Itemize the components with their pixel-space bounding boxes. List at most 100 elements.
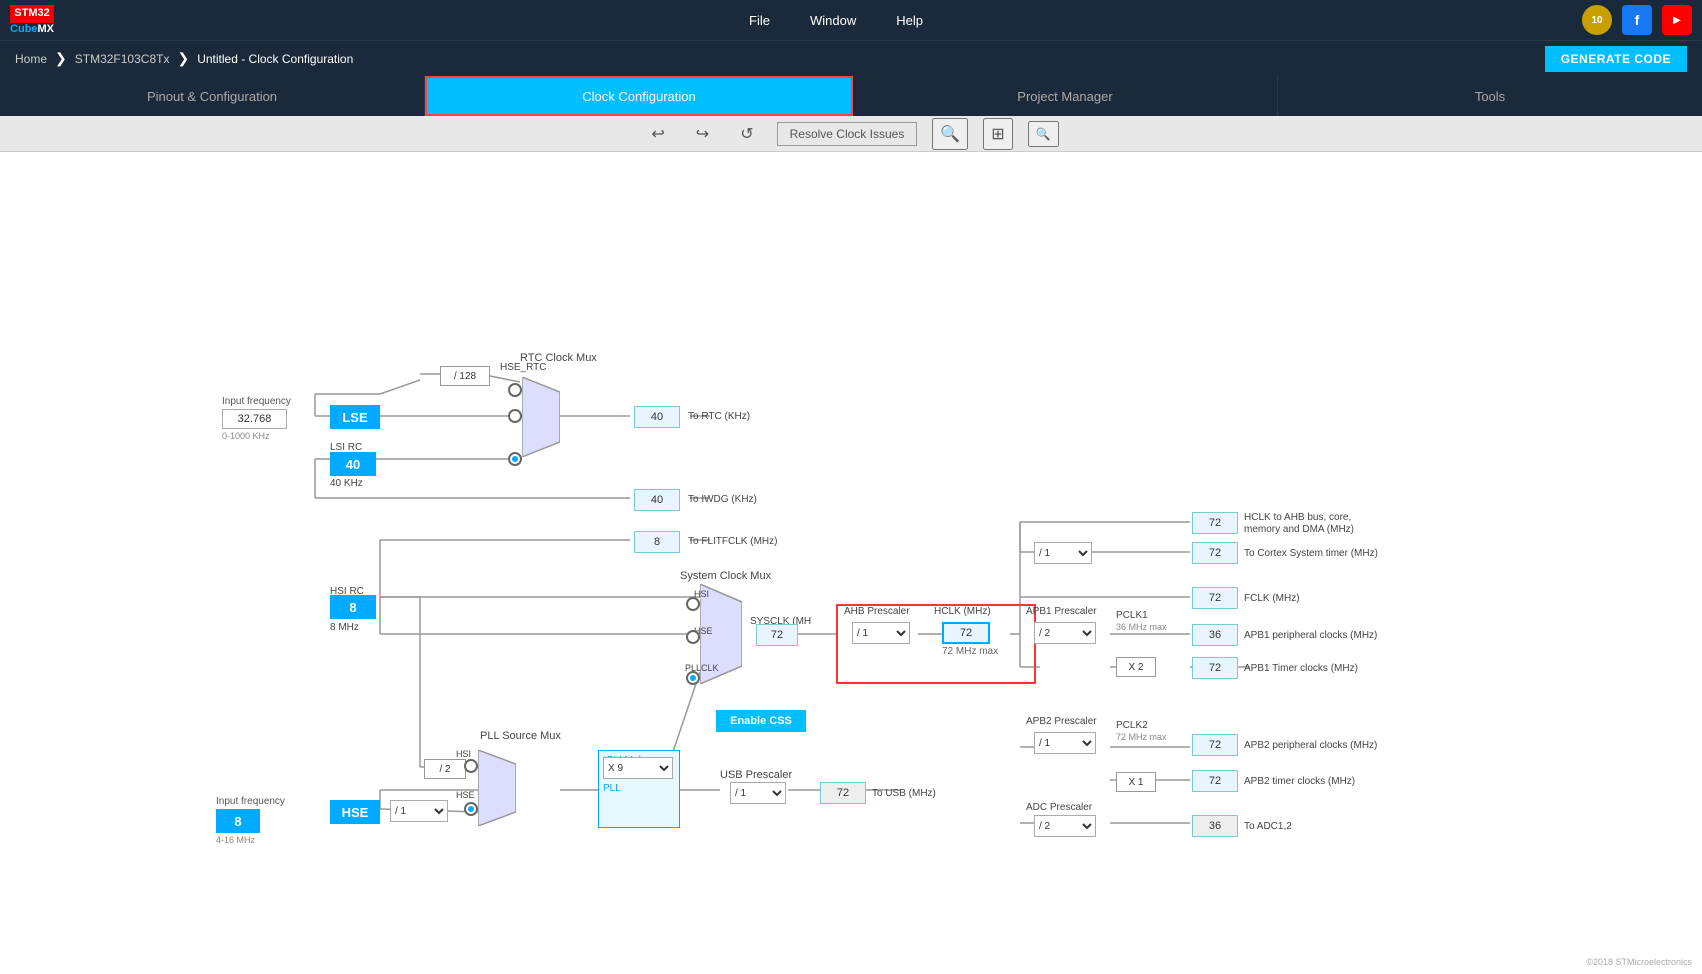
redo-button[interactable]: ↪ (688, 120, 717, 148)
sys-mux-label: System Clock Mux (680, 570, 771, 582)
menu-help[interactable]: Help (896, 13, 923, 28)
copyright: ©2018 STMicroelectronics (1586, 957, 1692, 967)
adc-div-select[interactable]: / 2 (1034, 815, 1096, 837)
tab-bar: Pinout & Configuration Clock Configurati… (0, 76, 1702, 116)
apb2-div-select[interactable]: / 1 (1034, 732, 1096, 754)
hsi-div2-box: / 2 (424, 759, 466, 779)
to-flitfclk-label: To FLITFCLK (MHz) (688, 536, 777, 547)
pll-mul-select[interactable]: X 9 (603, 757, 673, 779)
sysclk-val[interactable]: 72 (756, 624, 798, 646)
apb1-timer-label: APB1 Timer clocks (MHz) (1244, 663, 1358, 674)
rtc-out-box: 40 (634, 406, 680, 428)
usb-out-val: 72 (820, 782, 866, 804)
cube-label: CubeMX (10, 23, 54, 35)
fclk-val: 72 (1192, 587, 1238, 609)
tab-pinout[interactable]: Pinout & Configuration (0, 76, 425, 116)
pll-src-hse-label: HSE (456, 790, 475, 800)
top-menu: File Window Help (90, 13, 1582, 28)
hse-box[interactable]: HSE (330, 800, 380, 824)
breadcrumb-title: Untitled - Clock Configuration (197, 52, 353, 66)
hclk-val[interactable]: 72 (942, 622, 990, 644)
apb1-div-select[interactable]: / 2 (1034, 622, 1096, 644)
rtc-mux-lsi-radio[interactable] (508, 452, 522, 466)
lsi-rc-box[interactable]: 40 (330, 452, 376, 476)
reset-button[interactable]: ↺ (732, 120, 761, 148)
clock-diagram-area: Input frequency 32.768 0-1000 KHz LSE LS… (0, 152, 1702, 974)
pll-source-label: PLL Source Mux (480, 730, 561, 742)
generate-code-button[interactable]: GENERATE CODE (1545, 46, 1687, 72)
hsi-mhz-label: 8 MHz (330, 622, 359, 633)
to-rtc-label: To RTC (KHz) (688, 411, 750, 422)
adc-prescaler-label: ADC Prescaler (1026, 802, 1092, 813)
apb1-timer-val: 72 (1192, 657, 1238, 679)
input-freq-lse: Input frequency 32.768 0-1000 KHz (222, 396, 291, 441)
hse-freq-value[interactable]: 8 (216, 809, 260, 833)
pll-src-hsi-label: HSI (456, 749, 471, 759)
menu-file[interactable]: File (749, 13, 770, 28)
pll-area: *PLLMul X 9 PLL (598, 750, 680, 828)
cortex-timer-label: To Cortex System timer (MHz) (1244, 548, 1378, 559)
hse-div-select[interactable]: / 1 (390, 800, 448, 822)
rtc-mux-hse-radio[interactable] (508, 383, 522, 397)
ahb-div-select[interactable]: / 1 (852, 622, 910, 644)
logo[interactable]: STM32 CubeMX (10, 5, 60, 34)
apb1-periph-val: 36 (1192, 624, 1238, 646)
connectors-svg (0, 152, 1702, 972)
breadcrumb: Home ❯ STM32F103C8Tx ❯ Untitled - Clock … (0, 40, 1702, 76)
zoom-in-button[interactable]: 🔍 (932, 118, 968, 150)
hclk-label: HCLK (MHz) (934, 606, 991, 617)
apb2-prescaler-label: APB2 Prescaler (1026, 716, 1097, 727)
sys-hsi-radio[interactable] (686, 597, 700, 611)
zoom-out-button[interactable]: 🔍 (1028, 121, 1059, 147)
hclk-max: 72 MHz max (942, 646, 998, 657)
hse-rtc-label: HSE_RTC (500, 362, 547, 373)
tab-project[interactable]: Project Manager (853, 76, 1278, 116)
pll-src-hse-radio[interactable] (464, 802, 478, 816)
ahb-prescaler-label: AHB Prescaler (844, 606, 910, 617)
youtube-icon[interactable]: ▶ (1662, 5, 1692, 35)
facebook-icon[interactable]: f (1622, 5, 1652, 35)
rtc-mux (522, 377, 560, 457)
breadcrumb-home[interactable]: Home (15, 52, 47, 66)
tab-clock[interactable]: Clock Configuration (425, 76, 853, 116)
sys-hse-radio[interactable] (686, 630, 700, 644)
hse-div128-box: / 128 (440, 366, 490, 386)
pclk2-label: PCLK2 (1116, 720, 1148, 731)
apb1-periph-label: APB1 peripheral clocks (MHz) (1244, 630, 1377, 641)
pclk1-label: PCLK1 (1116, 610, 1148, 621)
apb2-x1-box: X 1 (1116, 772, 1156, 792)
stm32-label: STM32 (10, 5, 53, 22)
apb1-max-label: 36 MHz max (1116, 622, 1167, 632)
breadcrumb-device[interactable]: STM32F103C8Tx (75, 52, 170, 66)
toolbar: ↩ ↪ ↺ Resolve Clock Issues 🔍 ⊞ 🔍 (0, 116, 1702, 152)
tab-tools[interactable]: Tools (1278, 76, 1702, 116)
version-icon: 10 (1582, 5, 1612, 35)
apb2-timer-val: 72 (1192, 770, 1238, 792)
menu-window[interactable]: Window (810, 13, 856, 28)
undo-button[interactable]: ↩ (643, 120, 672, 148)
clock-diagram: Input frequency 32.768 0-1000 KHz LSE LS… (0, 152, 1702, 972)
lse-freq-value[interactable]: 32.768 (222, 409, 287, 429)
top-icons: 10 f ▶ (1582, 5, 1692, 35)
cortex-div-select[interactable]: / 1 (1034, 542, 1092, 564)
lse-box[interactable]: LSE (330, 405, 380, 429)
adc-val: 36 (1192, 815, 1238, 837)
hsi-rc-box[interactable]: 8 (330, 595, 376, 619)
resolve-button[interactable]: Resolve Clock Issues (777, 122, 918, 146)
hclk-ahb-label: HCLK to AHB bus, core, (1244, 512, 1351, 523)
enable-css-btn[interactable]: Enable CSS (716, 710, 806, 732)
fit-button[interactable]: ⊞ (983, 118, 1012, 150)
apb2-timer-label: APB2 timer clocks (MHz) (1244, 776, 1355, 787)
top-bar: STM32 CubeMX File Window Help 10 f ▶ (0, 0, 1702, 40)
rtc-mux-lse-radio[interactable] (508, 409, 522, 423)
apb2-periph-val: 72 (1192, 734, 1238, 756)
input-freq-hse: Input frequency 8 4-16 MHz (216, 796, 285, 845)
iwdg-out-box: 40 (634, 489, 680, 511)
apb2-periph-label: APB2 peripheral clocks (MHz) (1244, 740, 1377, 751)
cortex-timer-val: 72 (1192, 542, 1238, 564)
pllclk-radio[interactable] (686, 671, 700, 685)
pll-src-hsi-radio[interactable] (464, 759, 478, 773)
hclk-ahb2-label: memory and DMA (MHz) (1244, 524, 1354, 535)
usb-div-select[interactable]: / 1 (730, 782, 786, 804)
lsi-khz-label: 40 KHz (330, 478, 363, 489)
